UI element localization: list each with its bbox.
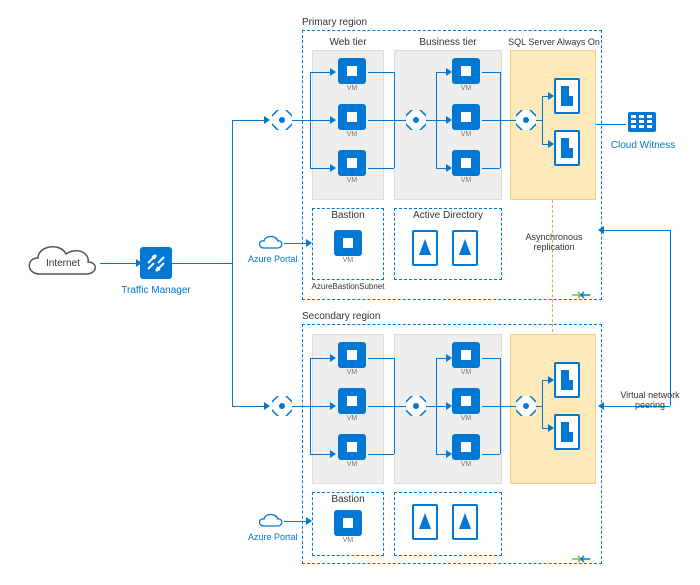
- secondary-bastion-vm: VM: [334, 510, 362, 542]
- ad-label: Active Directory: [394, 210, 502, 221]
- vnet-peering-label: Virtual network peering: [614, 390, 686, 410]
- primary-web-vm-3: VM: [338, 150, 366, 182]
- secondary-ad-2-icon: [452, 504, 478, 540]
- secondary-biz-vm-3: VM: [452, 434, 480, 466]
- primary-sql-1-icon: [554, 78, 580, 114]
- primary-bastion-label: Bastion: [312, 210, 384, 221]
- primary-sql-label: SQL Server Always On: [508, 37, 600, 47]
- secondary-bastion-label: Bastion: [312, 494, 384, 505]
- secondary-ad-1-icon: [412, 504, 438, 540]
- primary-bastion-vm: VM: [334, 230, 362, 262]
- azure-portal-label-1: Azure Portal: [248, 254, 298, 264]
- primary-biz-vm-2: VM: [452, 104, 480, 136]
- primary-region-title: Primary region: [302, 17, 367, 28]
- primary-sql-2-icon: [554, 130, 580, 166]
- peering-indicator-1-icon: [568, 288, 594, 305]
- secondary-lb-biz-icon: [406, 396, 426, 416]
- internet-label: Internet: [46, 258, 80, 269]
- secondary-lb-sql-icon: [516, 396, 536, 416]
- cloud-witness-label: Cloud Witness: [610, 140, 676, 151]
- architecture-diagram: Internet Traffic Manager Primary region …: [0, 0, 700, 585]
- peering-indicator-2-icon: [568, 552, 594, 569]
- primary-lb-web-icon: [272, 110, 292, 130]
- secondary-region-title: Secondary region: [302, 311, 380, 322]
- azure-portal-label-2: Azure Portal: [248, 532, 298, 542]
- primary-web-vm-1: VM: [338, 58, 366, 90]
- traffic-manager-icon: [140, 247, 172, 282]
- async-replication-label: Asynchronous replication: [514, 232, 594, 252]
- secondary-biz-vm-2: VM: [452, 388, 480, 420]
- secondary-web-vm-3: VM: [338, 434, 366, 466]
- azure-portal-cloud-2-icon: [256, 512, 284, 533]
- secondary-lb-web-icon: [272, 396, 292, 416]
- secondary-biz-vm-1: VM: [452, 342, 480, 374]
- secondary-sql-2-icon: [554, 414, 580, 450]
- traffic-manager-label: Traffic Manager: [120, 285, 192, 296]
- secondary-ad-box: [394, 492, 502, 556]
- azure-portal-cloud-1-icon: [256, 234, 284, 255]
- primary-biz-vm-3: VM: [452, 150, 480, 182]
- ad-server-2-icon: [452, 230, 478, 266]
- secondary-web-vm-1: VM: [338, 342, 366, 374]
- primary-lb-biz-icon: [406, 110, 426, 130]
- ad-server-1-icon: [412, 230, 438, 266]
- primary-biz-label: Business tier: [394, 37, 502, 48]
- primary-biz-vm-1: VM: [452, 58, 480, 90]
- secondary-web-vm-2: VM: [338, 388, 366, 420]
- primary-web-label: Web tier: [312, 37, 384, 48]
- primary-web-vm-2: VM: [338, 104, 366, 136]
- cloud-witness-icon: [628, 112, 656, 143]
- secondary-sql-1-icon: [554, 362, 580, 398]
- primary-lb-sql-icon: [516, 110, 536, 130]
- abs-label: AzureBastionSubnet: [306, 282, 390, 291]
